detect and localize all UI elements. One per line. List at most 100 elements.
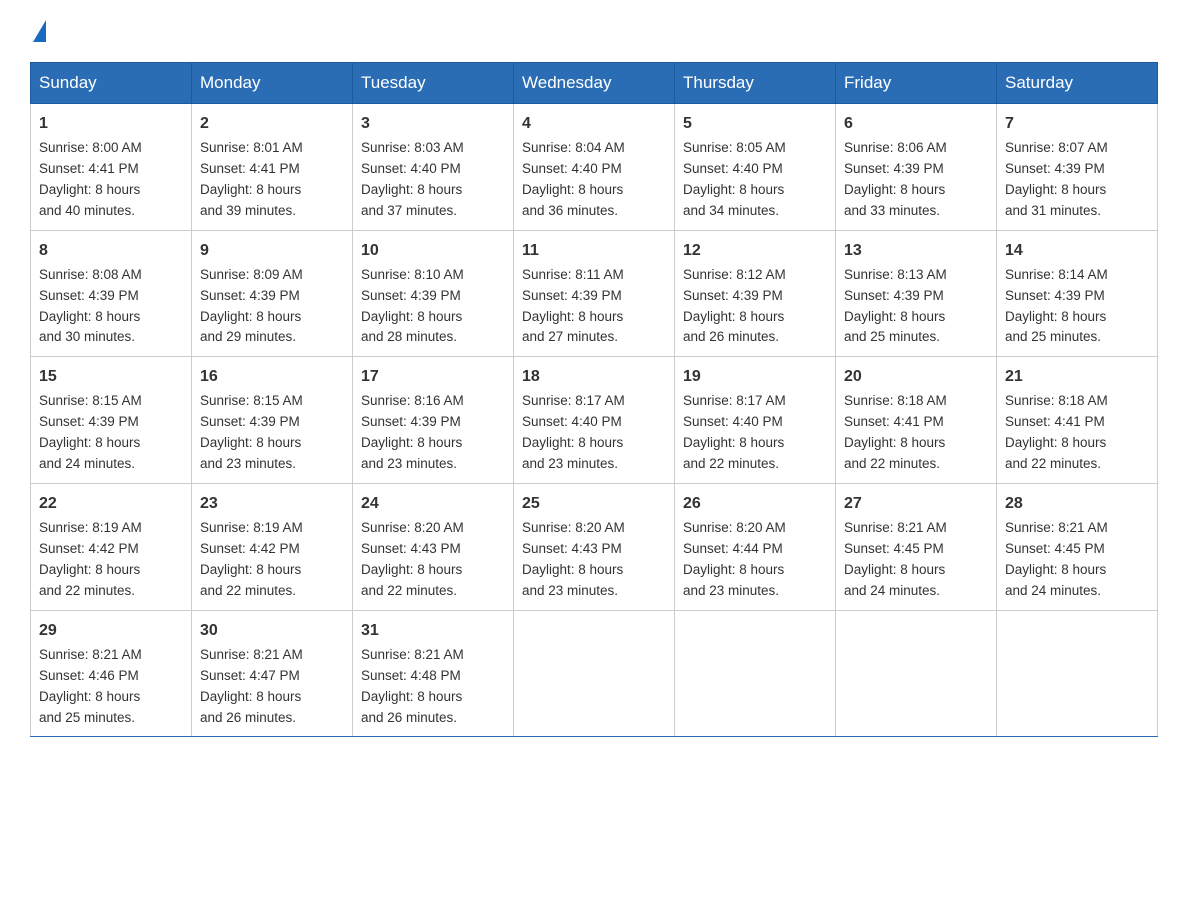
day-info: Sunrise: 8:03 AMSunset: 4:40 PMDaylight:… [361, 140, 464, 218]
day-info: Sunrise: 8:10 AMSunset: 4:39 PMDaylight:… [361, 267, 464, 345]
day-info: Sunrise: 8:13 AMSunset: 4:39 PMDaylight:… [844, 267, 947, 345]
calendar-week-3: 15 Sunrise: 8:15 AMSunset: 4:39 PMDaylig… [31, 357, 1158, 484]
day-number: 6 [844, 112, 988, 136]
day-number: 30 [200, 619, 344, 643]
day-number: 18 [522, 365, 666, 389]
day-info: Sunrise: 8:08 AMSunset: 4:39 PMDaylight:… [39, 267, 142, 345]
day-info: Sunrise: 8:06 AMSunset: 4:39 PMDaylight:… [844, 140, 947, 218]
weekday-header-saturday: Saturday [997, 63, 1158, 104]
day-number: 28 [1005, 492, 1149, 516]
day-info: Sunrise: 8:14 AMSunset: 4:39 PMDaylight:… [1005, 267, 1108, 345]
day-info: Sunrise: 8:00 AMSunset: 4:41 PMDaylight:… [39, 140, 142, 218]
calendar-cell: 1 Sunrise: 8:00 AMSunset: 4:41 PMDayligh… [31, 104, 192, 231]
day-info: Sunrise: 8:21 AMSunset: 4:48 PMDaylight:… [361, 647, 464, 725]
weekday-header-thursday: Thursday [675, 63, 836, 104]
day-number: 16 [200, 365, 344, 389]
calendar-cell: 15 Sunrise: 8:15 AMSunset: 4:39 PMDaylig… [31, 357, 192, 484]
calendar-cell [675, 610, 836, 737]
day-info: Sunrise: 8:17 AMSunset: 4:40 PMDaylight:… [683, 393, 786, 471]
day-number: 8 [39, 239, 183, 263]
calendar-cell: 4 Sunrise: 8:04 AMSunset: 4:40 PMDayligh… [514, 104, 675, 231]
day-number: 11 [522, 239, 666, 263]
day-info: Sunrise: 8:12 AMSunset: 4:39 PMDaylight:… [683, 267, 786, 345]
day-number: 4 [522, 112, 666, 136]
calendar-cell: 24 Sunrise: 8:20 AMSunset: 4:43 PMDaylig… [353, 484, 514, 611]
day-info: Sunrise: 8:05 AMSunset: 4:40 PMDaylight:… [683, 140, 786, 218]
calendar-cell: 14 Sunrise: 8:14 AMSunset: 4:39 PMDaylig… [997, 230, 1158, 357]
calendar-cell: 19 Sunrise: 8:17 AMSunset: 4:40 PMDaylig… [675, 357, 836, 484]
day-info: Sunrise: 8:20 AMSunset: 4:43 PMDaylight:… [522, 520, 625, 598]
weekday-header-friday: Friday [836, 63, 997, 104]
day-info: Sunrise: 8:20 AMSunset: 4:44 PMDaylight:… [683, 520, 786, 598]
calendar-cell: 2 Sunrise: 8:01 AMSunset: 4:41 PMDayligh… [192, 104, 353, 231]
calendar-cell [514, 610, 675, 737]
day-number: 29 [39, 619, 183, 643]
calendar-cell: 31 Sunrise: 8:21 AMSunset: 4:48 PMDaylig… [353, 610, 514, 737]
day-info: Sunrise: 8:19 AMSunset: 4:42 PMDaylight:… [200, 520, 303, 598]
calendar-cell: 10 Sunrise: 8:10 AMSunset: 4:39 PMDaylig… [353, 230, 514, 357]
calendar-cell: 22 Sunrise: 8:19 AMSunset: 4:42 PMDaylig… [31, 484, 192, 611]
weekday-header-row: SundayMondayTuesdayWednesdayThursdayFrid… [31, 63, 1158, 104]
day-info: Sunrise: 8:16 AMSunset: 4:39 PMDaylight:… [361, 393, 464, 471]
day-number: 25 [522, 492, 666, 516]
day-number: 3 [361, 112, 505, 136]
day-info: Sunrise: 8:17 AMSunset: 4:40 PMDaylight:… [522, 393, 625, 471]
weekday-header-tuesday: Tuesday [353, 63, 514, 104]
calendar-cell: 3 Sunrise: 8:03 AMSunset: 4:40 PMDayligh… [353, 104, 514, 231]
day-info: Sunrise: 8:07 AMSunset: 4:39 PMDaylight:… [1005, 140, 1108, 218]
day-number: 1 [39, 112, 183, 136]
weekday-header-sunday: Sunday [31, 63, 192, 104]
calendar-cell: 9 Sunrise: 8:09 AMSunset: 4:39 PMDayligh… [192, 230, 353, 357]
calendar-week-4: 22 Sunrise: 8:19 AMSunset: 4:42 PMDaylig… [31, 484, 1158, 611]
day-number: 15 [39, 365, 183, 389]
day-number: 13 [844, 239, 988, 263]
day-number: 7 [1005, 112, 1149, 136]
calendar-cell: 18 Sunrise: 8:17 AMSunset: 4:40 PMDaylig… [514, 357, 675, 484]
day-info: Sunrise: 8:19 AMSunset: 4:42 PMDaylight:… [39, 520, 142, 598]
calendar-week-1: 1 Sunrise: 8:00 AMSunset: 4:41 PMDayligh… [31, 104, 1158, 231]
day-info: Sunrise: 8:11 AMSunset: 4:39 PMDaylight:… [522, 267, 624, 345]
calendar-week-2: 8 Sunrise: 8:08 AMSunset: 4:39 PMDayligh… [31, 230, 1158, 357]
day-number: 9 [200, 239, 344, 263]
day-number: 21 [1005, 365, 1149, 389]
calendar-cell: 21 Sunrise: 8:18 AMSunset: 4:41 PMDaylig… [997, 357, 1158, 484]
day-info: Sunrise: 8:21 AMSunset: 4:45 PMDaylight:… [1005, 520, 1108, 598]
calendar-cell: 26 Sunrise: 8:20 AMSunset: 4:44 PMDaylig… [675, 484, 836, 611]
day-info: Sunrise: 8:09 AMSunset: 4:39 PMDaylight:… [200, 267, 303, 345]
calendar-cell: 20 Sunrise: 8:18 AMSunset: 4:41 PMDaylig… [836, 357, 997, 484]
calendar-cell: 27 Sunrise: 8:21 AMSunset: 4:45 PMDaylig… [836, 484, 997, 611]
day-number: 2 [200, 112, 344, 136]
weekday-header-monday: Monday [192, 63, 353, 104]
calendar-cell: 6 Sunrise: 8:06 AMSunset: 4:39 PMDayligh… [836, 104, 997, 231]
page-header [30, 20, 1158, 42]
calendar-cell: 29 Sunrise: 8:21 AMSunset: 4:46 PMDaylig… [31, 610, 192, 737]
day-number: 24 [361, 492, 505, 516]
day-info: Sunrise: 8:15 AMSunset: 4:39 PMDaylight:… [200, 393, 303, 471]
calendar-cell: 25 Sunrise: 8:20 AMSunset: 4:43 PMDaylig… [514, 484, 675, 611]
calendar-cell: 13 Sunrise: 8:13 AMSunset: 4:39 PMDaylig… [836, 230, 997, 357]
weekday-header-wednesday: Wednesday [514, 63, 675, 104]
day-number: 20 [844, 365, 988, 389]
calendar-table: SundayMondayTuesdayWednesdayThursdayFrid… [30, 62, 1158, 737]
day-info: Sunrise: 8:21 AMSunset: 4:46 PMDaylight:… [39, 647, 142, 725]
day-info: Sunrise: 8:21 AMSunset: 4:47 PMDaylight:… [200, 647, 303, 725]
day-info: Sunrise: 8:01 AMSunset: 4:41 PMDaylight:… [200, 140, 303, 218]
day-info: Sunrise: 8:18 AMSunset: 4:41 PMDaylight:… [844, 393, 947, 471]
day-number: 31 [361, 619, 505, 643]
calendar-week-5: 29 Sunrise: 8:21 AMSunset: 4:46 PMDaylig… [31, 610, 1158, 737]
calendar-cell: 7 Sunrise: 8:07 AMSunset: 4:39 PMDayligh… [997, 104, 1158, 231]
calendar-cell: 5 Sunrise: 8:05 AMSunset: 4:40 PMDayligh… [675, 104, 836, 231]
day-number: 12 [683, 239, 827, 263]
calendar-cell: 8 Sunrise: 8:08 AMSunset: 4:39 PMDayligh… [31, 230, 192, 357]
calendar-cell: 30 Sunrise: 8:21 AMSunset: 4:47 PMDaylig… [192, 610, 353, 737]
calendar-cell: 12 Sunrise: 8:12 AMSunset: 4:39 PMDaylig… [675, 230, 836, 357]
calendar-cell: 17 Sunrise: 8:16 AMSunset: 4:39 PMDaylig… [353, 357, 514, 484]
day-number: 22 [39, 492, 183, 516]
day-number: 19 [683, 365, 827, 389]
day-number: 27 [844, 492, 988, 516]
day-number: 26 [683, 492, 827, 516]
calendar-cell [997, 610, 1158, 737]
day-number: 5 [683, 112, 827, 136]
calendar-cell: 23 Sunrise: 8:19 AMSunset: 4:42 PMDaylig… [192, 484, 353, 611]
day-info: Sunrise: 8:21 AMSunset: 4:45 PMDaylight:… [844, 520, 947, 598]
